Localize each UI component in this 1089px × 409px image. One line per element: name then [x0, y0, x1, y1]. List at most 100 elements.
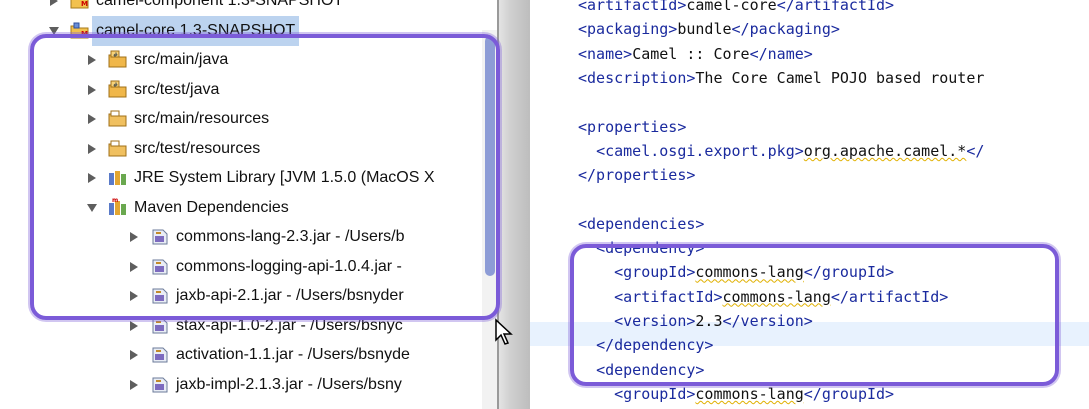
code-line[interactable]: </dependency>: [578, 333, 713, 357]
tree-item-label: commons-lang-2.3.jar - /Users/b: [176, 228, 405, 245]
xml-open-tag: </dependency>: [596, 336, 714, 355]
expand-down-icon[interactable]: [86, 193, 98, 223]
xml-open-tag: </properties>: [578, 166, 696, 185]
xml-close-tag: </name>: [749, 44, 813, 63]
jar-icon: [150, 316, 170, 336]
expand-right-icon[interactable]: [86, 163, 98, 193]
library-icon: [108, 168, 128, 188]
tree-item-label: JRE System Library [JVM 1.5.0 (MacOS X: [134, 169, 435, 186]
resource-folder-icon: [108, 109, 128, 129]
xml-open-tag: <version>: [614, 311, 696, 330]
code-line[interactable]: <camel.osgi.export.pkg>org.apache.camel.…: [578, 139, 984, 163]
pane-divider: [497, 0, 499, 409]
code-line[interactable]: <artifactId>commons-lang</artifactId>: [578, 285, 948, 309]
xml-value: The Core Camel POJO based router: [695, 68, 985, 87]
svg-text:#: #: [113, 52, 118, 59]
tree-item-label: src/test/java: [134, 80, 220, 98]
code-line[interactable]: <dependency>: [578, 358, 704, 382]
tree-item[interactable]: jaxb-api-2.1.jar - /Users/bsnyder: [0, 281, 482, 311]
xml-open-tag: <name>: [578, 44, 633, 63]
tree-item[interactable]: m Maven Dependencies: [0, 193, 482, 223]
expand-down-icon[interactable]: [48, 16, 60, 46]
maven-library-icon: m: [108, 198, 128, 218]
xml-open-tag: <dependencies>: [578, 214, 705, 233]
tree-item[interactable]: commons-logging-api-1.0.4.jar -: [0, 252, 482, 282]
package-explorer: Mcamel-component 1.3-SNAPSHOT Mcamel-core…: [0, 0, 497, 409]
xml-close-tag: </version>: [722, 311, 813, 330]
code-line[interactable]: <dependencies>: [578, 212, 704, 236]
xml-value: 2.3: [695, 311, 723, 330]
expand-right-icon[interactable]: [86, 134, 98, 164]
tree-item[interactable]: stax-api-1.0-2.jar - /Users/bsnyc: [0, 311, 482, 341]
expand-right-icon[interactable]: [86, 75, 98, 105]
svg-text:m: m: [112, 198, 118, 204]
project-icon: M: [70, 21, 90, 41]
tree-item[interactable]: # src/main/java: [0, 45, 482, 75]
expand-right-icon[interactable]: [128, 252, 140, 282]
xml-open-tag: <properties>: [578, 117, 687, 136]
tree-item[interactable]: Mcamel-core 1.3-SNAPSHOT: [0, 15, 482, 46]
expand-right-icon[interactable]: [48, 0, 60, 16]
jar-icon: [150, 257, 170, 277]
expand-right-icon[interactable]: [128, 311, 140, 341]
tree-item[interactable]: activation-1.1.jar - /Users/bsnyde: [0, 340, 482, 370]
tree-item[interactable]: commons-lang-2.3.jar - /Users/b: [0, 222, 482, 252]
pane-splitter[interactable]: [497, 0, 530, 409]
tree-item[interactable]: Mcamel-component 1.3-SNAPSHOT: [0, 0, 482, 16]
tree-item[interactable]: src/test/resources: [0, 134, 482, 164]
code-line[interactable]: <artifactId>camel-core</artifactId>: [578, 0, 894, 17]
svg-text:M: M: [81, 0, 88, 8]
code-line[interactable]: <version>2.3</version>: [578, 309, 813, 333]
expand-right-icon[interactable]: [86, 104, 98, 134]
tree-scrollbar-thumb[interactable]: [485, 36, 495, 276]
code-line[interactable]: <description>The Core Camel POJO based r…: [578, 66, 984, 90]
tree-item-label: commons-logging-api-1.0.4.jar -: [176, 257, 402, 275]
jar-icon: [150, 345, 170, 365]
tree-item[interactable]: src/main/resources: [0, 104, 482, 134]
xml-open-tag: <dependency>: [596, 239, 705, 257]
xml-open-tag: <packaging>: [578, 20, 678, 39]
xml-value: Camel :: Core: [632, 44, 750, 63]
code-line[interactable]: <packaging>bundle</packaging>: [578, 17, 840, 41]
xml-value: commons-lang: [695, 384, 804, 403]
tree-item-label: jaxb-api-2.1.jar - /Users/bsnyder: [176, 287, 404, 304]
xml-close-tag: </groupId>: [803, 384, 895, 403]
source-folder-icon: #: [108, 80, 128, 100]
code-line[interactable]: <dependency>: [578, 236, 704, 260]
tree-item[interactable]: # src/test/java: [0, 75, 482, 105]
expand-right-icon[interactable]: [128, 340, 140, 370]
expand-right-icon[interactable]: [128, 370, 140, 400]
tree-item-label: activation-1.1.jar - /Users/bsnyde: [176, 346, 410, 363]
xml-value: commons-lang: [722, 287, 831, 306]
code-line[interactable]: <groupId>commons-lang</groupId>: [578, 260, 894, 284]
tree-item-label: camel-component 1.3-SNAPSHOT: [96, 0, 344, 9]
xml-close-tag: </artifactId>: [830, 287, 949, 306]
expand-right-icon[interactable]: [128, 222, 140, 252]
code-line[interactable]: <name>Camel :: Core</name>: [578, 42, 813, 66]
expand-right-icon[interactable]: [86, 45, 98, 75]
code-line[interactable]: <properties>: [578, 115, 686, 139]
tree-item-label: src/main/resources: [134, 110, 270, 127]
code-line[interactable]: </properties>: [578, 163, 695, 187]
tree-item-label: Maven Dependencies: [134, 198, 289, 216]
xml-open-tag: <artifactId>: [614, 287, 723, 306]
xml-open-tag: <camel.osgi.export.pkg>: [596, 141, 804, 160]
xml-close-tag: </groupId>: [803, 263, 895, 282]
code-line[interactable]: <groupId>commons-lang</groupId>: [578, 382, 894, 406]
xml-close-tag: </packaging>: [731, 20, 840, 39]
pom-xml-editor[interactable]: <artifactId>camel-core</artifactId> <pack…: [530, 0, 1089, 409]
xml-open-tag: <groupId>: [614, 263, 696, 282]
tree-item[interactable]: JRE System Library [JVM 1.5.0 (MacOS X: [0, 163, 482, 193]
expand-right-icon[interactable]: [128, 281, 140, 311]
svg-text:M: M: [81, 30, 88, 38]
svg-text:#: #: [113, 82, 118, 89]
tree-item[interactable]: jaxb-impl-2.1.3.jar - /Users/bsny: [0, 370, 482, 400]
jar-icon: [150, 375, 170, 395]
tree-item-label: src/main/java: [134, 51, 229, 68]
